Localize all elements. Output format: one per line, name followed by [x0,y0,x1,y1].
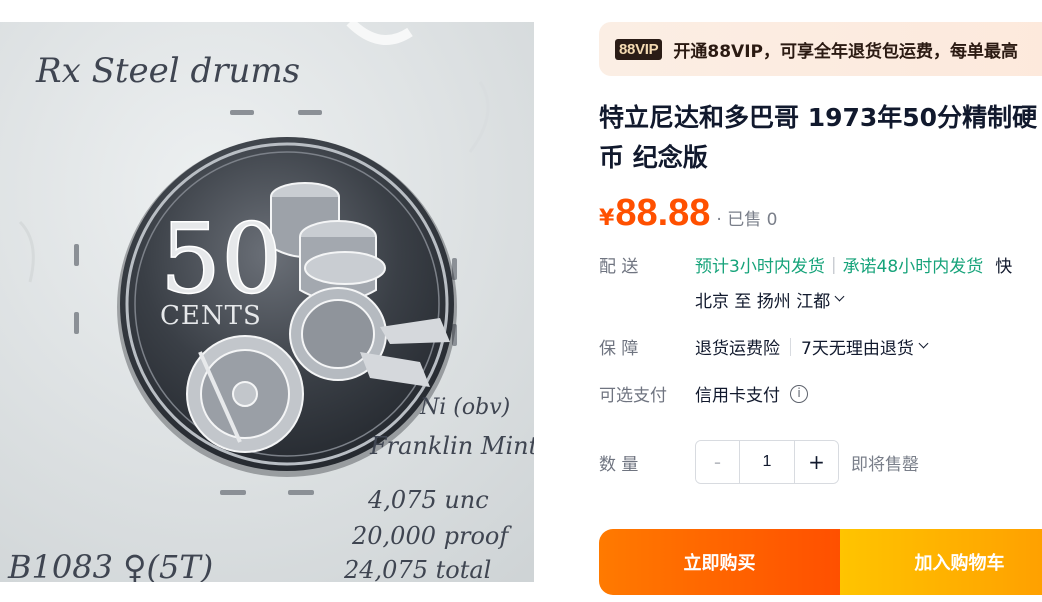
quantity-stepper: - 1 + [695,440,839,484]
payment-method: 信用卡支付 [695,386,780,406]
handwriting-note1: Ni (obv) [419,395,510,420]
increment-button[interactable]: + [795,441,838,483]
guarantee-returns-selector[interactable]: 7天无理由退货 [801,334,929,359]
guarantee-item-returns: 7天无理由退货 [801,339,914,359]
delivery-label: 配 送 [599,257,639,277]
quantity-row: 数 量 - 1 + 即将售罄 [599,440,919,484]
price-row: ¥ 88.88 · 已售 0 [599,192,777,235]
divider [790,337,791,356]
product-image[interactable]: 50 CENTS Rx Steel drums Ni (obv) Frankli… [0,22,534,582]
handwriting-note2: Franklin Mint [369,432,534,460]
product-info-panel: 88VIP 开通88VIP，可享全年退货包运费，每单最高 特立尼达和多巴哥 19… [599,22,1042,602]
handwriting-note3: 4,075 unc [367,486,489,514]
delivery-row: 配 送 预计3小时内发货 | 承诺48小时内发货 快 [599,252,1013,278]
stock-status: 即将售罄 [851,454,919,475]
delivery-extra: 快 [995,257,1013,277]
vip-banner-text: 开通88VIP，可享全年退货包运费，每单最高 [673,41,1018,62]
handwriting-code: B1083 ♀(5T) [7,548,213,582]
payment-row: 可选支付 信用卡支付 i [599,381,808,406]
info-icon[interactable]: i [790,384,808,403]
vip-badge: 88VIP [615,38,663,60]
handwriting-note4: 20,000 proof [351,522,512,550]
decrement-button[interactable]: - [696,441,739,483]
guarantee-item-shipping-insurance: 退货运费险 [695,339,780,359]
quantity-label: 数 量 [599,454,639,475]
guarantee-label: 保 障 [599,339,639,359]
chevron-down-icon [834,291,845,302]
coin-unit-text: CENTS [160,301,262,331]
action-buttons: 立即购买 加入购物车 [599,529,1042,595]
handwriting-note5: 24,075 total [343,556,491,582]
buy-now-button[interactable]: 立即购买 [599,529,840,595]
product-title: 特立尼达和多巴哥 1973年50分精制硬币 纪念版 [599,103,1038,172]
sold-count: · 已售 0 [716,210,778,230]
svg-text:50: 50 [160,203,282,315]
delivery-promise-2: 承诺48小时内发货 [842,257,984,277]
guarantee-row: 保 障 退货运费险 7天无理由退货 [599,334,929,359]
delivery-route-selector[interactable]: 北京 至 扬州 江都 [695,287,845,312]
currency-symbol: ¥ [599,206,615,231]
chevron-down-icon [918,338,929,349]
delivery-promise-1: 预计3小时内发货 [695,257,825,277]
add-to-cart-button[interactable]: 加入购物车 [840,529,1042,595]
price-value: 88.88 [615,192,711,234]
quantity-input[interactable]: 1 [739,441,795,483]
vip-banner[interactable]: 88VIP 开通88VIP，可享全年退货包运费，每单最高 [599,22,1042,76]
delivery-route: 北京 至 扬州 江都 [695,292,831,312]
delivery-divider: | [830,254,837,275]
handwriting-top: Rx Steel drums [35,51,300,91]
payment-label: 可选支付 [599,386,667,406]
